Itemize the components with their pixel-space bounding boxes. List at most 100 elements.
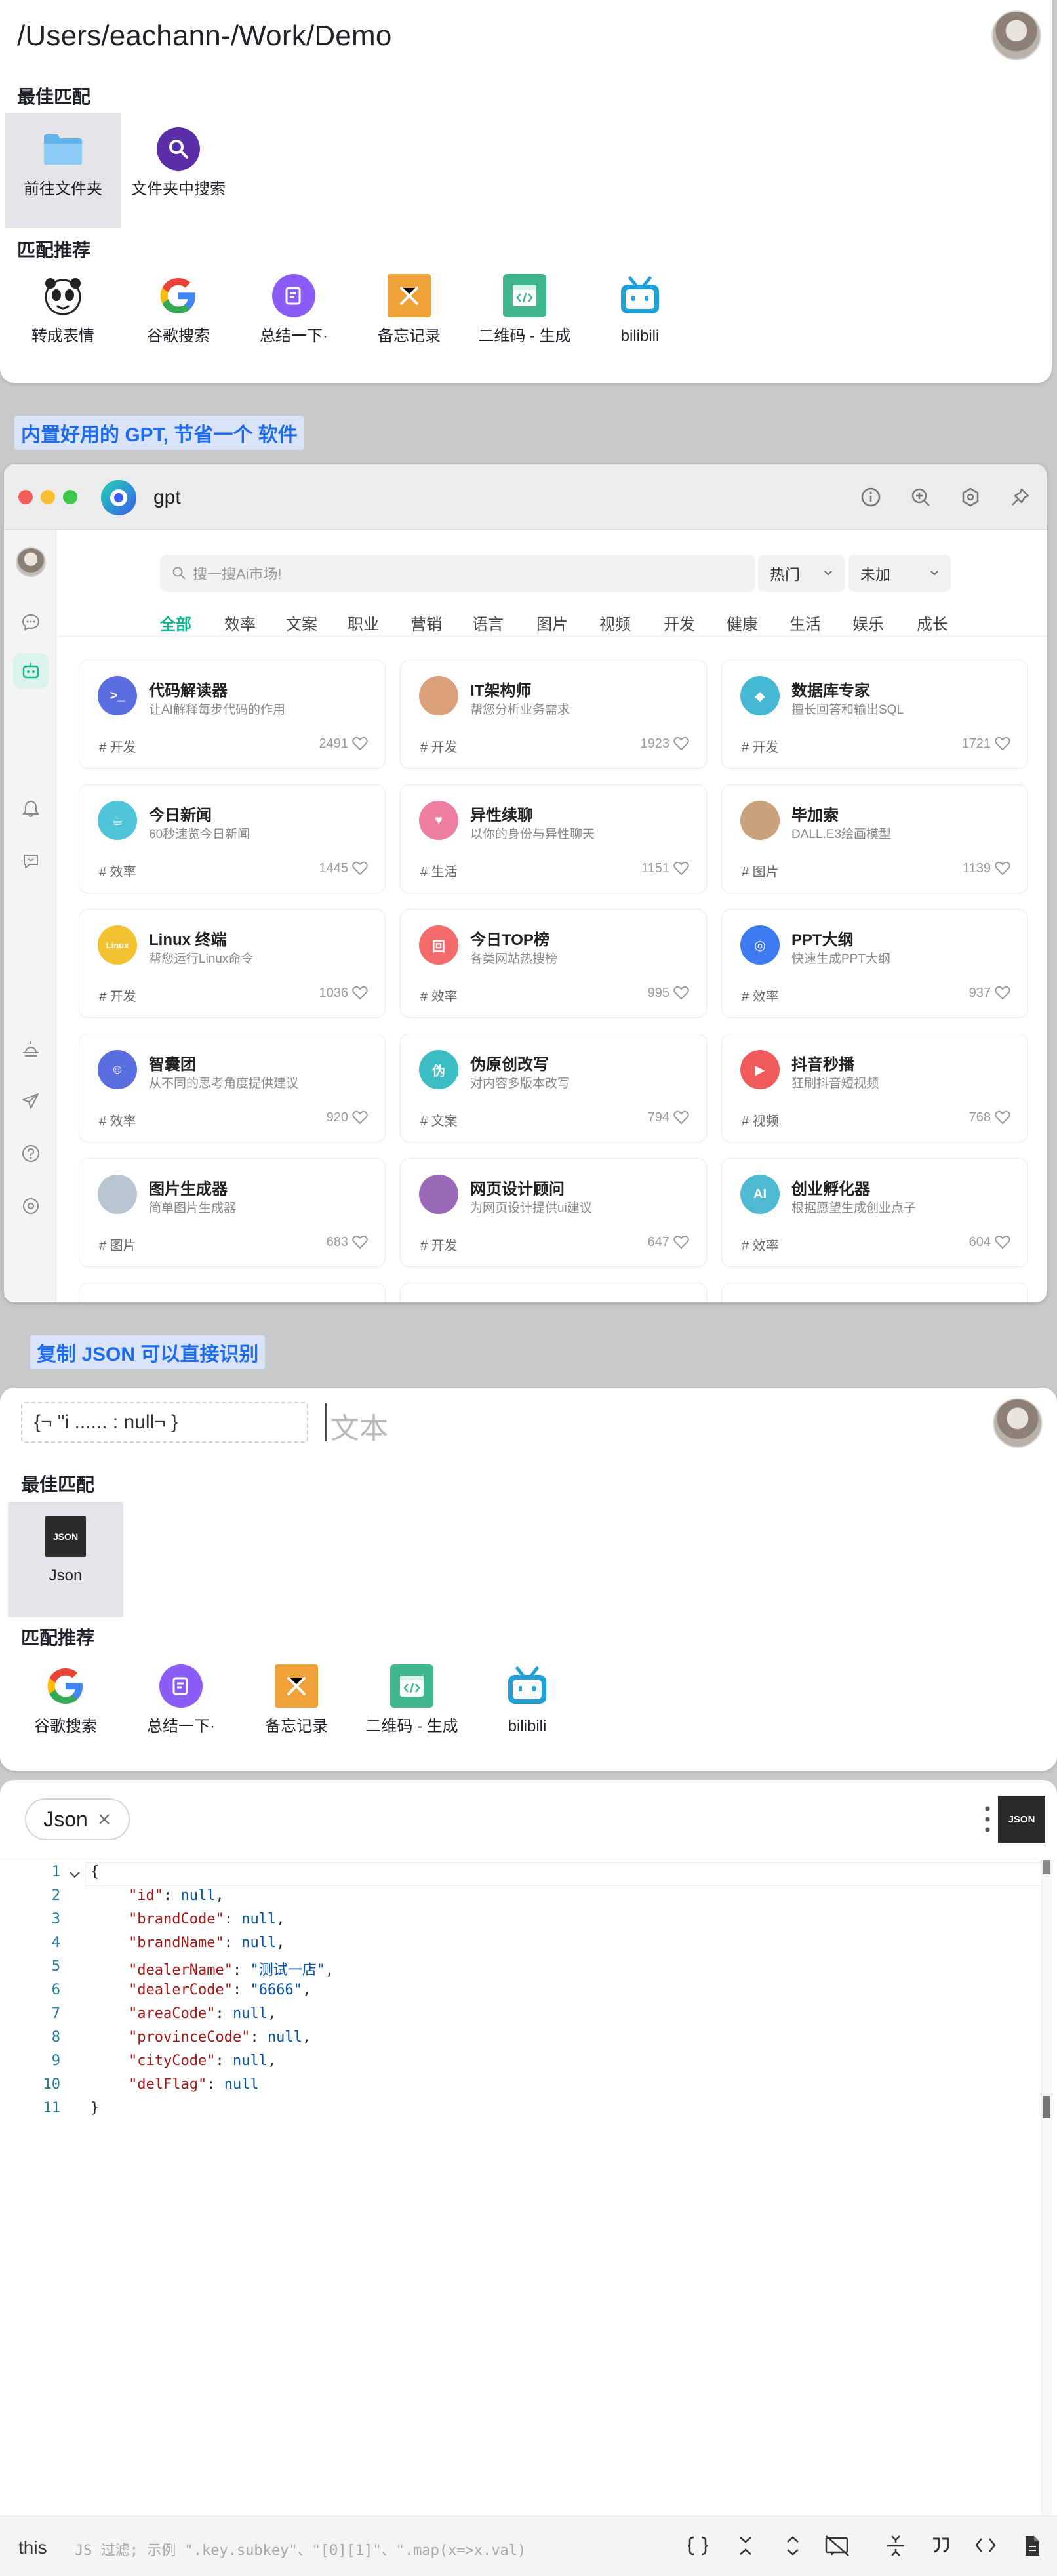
more-icon[interactable] [985, 1805, 990, 1834]
tab-category[interactable]: 效率 [224, 611, 256, 634]
filter-dropdown[interactable]: 未加 [848, 555, 951, 592]
agent-tag[interactable]: # 效率 [742, 1235, 779, 1254]
json-item[interactable]: JSON Json [8, 1502, 123, 1617]
agent-tag[interactable]: # 开发 [99, 986, 136, 1005]
agent-tag[interactable]: # 效率 [742, 986, 779, 1005]
agent-card[interactable] [400, 1283, 707, 1302]
agent-tag[interactable]: # 视频 [742, 1110, 779, 1129]
heart-icon[interactable] [352, 986, 368, 1000]
agent-tag[interactable]: # 开发 [742, 736, 779, 755]
expand-icon[interactable] [784, 2535, 801, 2557]
pin-icon[interactable] [1010, 487, 1031, 508]
tab-category[interactable]: 成长 [917, 611, 948, 634]
agent-card[interactable] [721, 1283, 1028, 1302]
tab-category[interactable]: 开发 [664, 611, 695, 634]
bell-icon[interactable] [21, 799, 41, 818]
agent-card[interactable]: ☺ 智囊团 从不同的思考角度提供建议 # 效率 920 [79, 1034, 386, 1142]
scrollbar-thumb[interactable] [1043, 1860, 1050, 1874]
user-avatar[interactable] [16, 547, 46, 577]
launcher-input[interactable]: /Users/eachann-/Work/Demo [17, 20, 392, 52]
agent-card[interactable]: >_ 代码解读器 让AI解释每步代码的作用 # 开发 2491 [79, 660, 386, 769]
chat-icon[interactable] [21, 613, 41, 632]
memo-item[interactable]: 备忘记录 [351, 260, 467, 375]
agent-card[interactable]: ◆ 数据库专家 擅长回答和输出SQL # 开发 1721 [721, 660, 1028, 769]
heart-icon[interactable] [995, 736, 1010, 751]
agent-tag[interactable]: # 开发 [420, 1235, 458, 1254]
maximize-button[interactable] [63, 490, 77, 504]
agent-card[interactable]: 图片生成器 简单图片生成器 # 图片 683 [79, 1158, 386, 1267]
clipboard-chip[interactable]: {¬ "i ...... : null¬ } [21, 1402, 308, 1443]
avatar[interactable] [991, 10, 1041, 60]
filter-input[interactable]: JS 过滤; 示例 ".key.subkey"、"[0][1]"、".map(x… [75, 2539, 639, 2560]
google-search-item[interactable]: 谷歌搜索 [8, 1650, 123, 1765]
heart-icon[interactable] [673, 736, 689, 751]
summary-item[interactable]: 总结一下· [123, 1650, 239, 1765]
heart-icon[interactable] [352, 1235, 368, 1249]
agent-tag[interactable]: # 效率 [99, 861, 136, 880]
summary-item[interactable]: 总结一下· [236, 260, 351, 375]
heart-icon[interactable] [995, 861, 1010, 875]
bilibili-item[interactable]: bilibili [469, 1650, 585, 1765]
agent-tag[interactable]: # 文案 [420, 1110, 458, 1129]
open-folder-item[interactable]: 前往文件夹 [5, 113, 121, 228]
close-icon[interactable] [97, 1812, 111, 1826]
agent-card[interactable]: ♥ 异性续聊 以你的身份与异性聊天 # 生活 1151 [400, 784, 707, 893]
agent-card[interactable]: 伪伪原创改写 对内容多版本改写 # 文案 794 [400, 1034, 707, 1142]
qrcode-item[interactable]: 二维码 - 生成 [467, 260, 582, 375]
tab-all[interactable]: 全部 [160, 611, 191, 634]
theme-icon[interactable] [21, 1039, 41, 1058]
agent-tag[interactable]: # 效率 [420, 986, 458, 1005]
heart-icon[interactable] [995, 986, 1010, 1000]
avatar[interactable] [993, 1398, 1043, 1448]
collapse-icon[interactable] [737, 2535, 754, 2557]
heart-icon[interactable] [995, 1235, 1010, 1249]
tab-category[interactable]: 健康 [727, 611, 758, 634]
split-icon[interactable] [885, 2533, 906, 2558]
agent-card[interactable]: 网页设计顾问 为网页设计提供ui建议 # 开发 647 [400, 1158, 707, 1267]
heart-icon[interactable] [673, 1235, 689, 1249]
help-icon[interactable] [21, 1144, 41, 1163]
document-icon[interactable] [1023, 2535, 1041, 2557]
zoom-icon[interactable] [910, 487, 931, 508]
quote-icon[interactable] [931, 2536, 951, 2554]
tab-category[interactable]: 视频 [599, 611, 631, 634]
heart-icon[interactable] [673, 1110, 689, 1125]
market-search-input[interactable]: 搜一搜Ai市场! [160, 555, 755, 592]
agent-card[interactable]: AI 创业孵化器 根据愿望生成创业点子 # 效率 604 [721, 1158, 1028, 1267]
feedback-icon[interactable] [21, 851, 41, 871]
google-search-item[interactable]: 谷歌搜索 [121, 260, 236, 375]
agent-card[interactable]: IT架构师 帮您分析业务需求 # 开发 1923 [400, 660, 707, 769]
heart-icon[interactable] [352, 736, 368, 751]
heart-icon[interactable] [352, 861, 368, 875]
tab-category[interactable]: 营销 [410, 611, 442, 634]
settings-icon[interactable] [960, 487, 981, 508]
tab-category[interactable]: 生活 [789, 611, 821, 634]
agent-card[interactable]: ◎ PPT大纲 快速生成PPT大纲 # 效率 937 [721, 909, 1028, 1018]
memo-item[interactable]: 备忘记录 [239, 1650, 354, 1765]
plugin-tag[interactable]: Json [25, 1798, 130, 1840]
bot-icon[interactable] [13, 653, 49, 689]
qrcode-item[interactable]: 二维码 - 生成 [354, 1650, 469, 1765]
agent-card[interactable]: ☕ 今日新闻 60秒速览今日新闻 # 效率 1445 [79, 784, 386, 893]
tab-category[interactable]: 文案 [286, 611, 317, 634]
agent-card[interactable]: 回今日TOP榜 各类网站热搜榜 # 效率 995 [400, 909, 707, 1018]
bilibili-item[interactable]: bilibili [582, 260, 698, 375]
sort-dropdown[interactable]: 热门 [758, 555, 845, 592]
agent-card[interactable]: Linux Linux 终端 帮您运行Linux命令 # 开发 1036 [79, 909, 386, 1018]
agent-card[interactable]: ▶ 抖音秒播 狂刷抖音短视频 # 视频 768 [721, 1034, 1028, 1142]
agent-tag[interactable]: # 图片 [742, 861, 779, 880]
scrollbar-track[interactable] [1041, 1860, 1052, 2542]
gear-icon[interactable] [21, 1196, 41, 1216]
tab-category[interactable]: 娱乐 [852, 611, 884, 634]
braces-icon[interactable] [686, 2535, 709, 2557]
search-in-folder-item[interactable]: 文件夹中搜索 [121, 113, 236, 228]
launcher-input[interactable]: 文本 [330, 1405, 388, 1447]
heart-icon[interactable] [352, 1110, 368, 1125]
agent-card[interactable] [79, 1283, 386, 1302]
meme-item[interactable]: 转成表情 [5, 260, 121, 375]
agent-card[interactable]: 毕加索 DALL.E3绘画模型 # 图片 1139 [721, 784, 1028, 893]
agent-tag[interactable]: # 效率 [99, 1110, 136, 1129]
close-button[interactable] [18, 490, 33, 504]
agent-tag[interactable]: # 生活 [420, 861, 458, 880]
agent-tag[interactable]: # 开发 [99, 736, 136, 755]
